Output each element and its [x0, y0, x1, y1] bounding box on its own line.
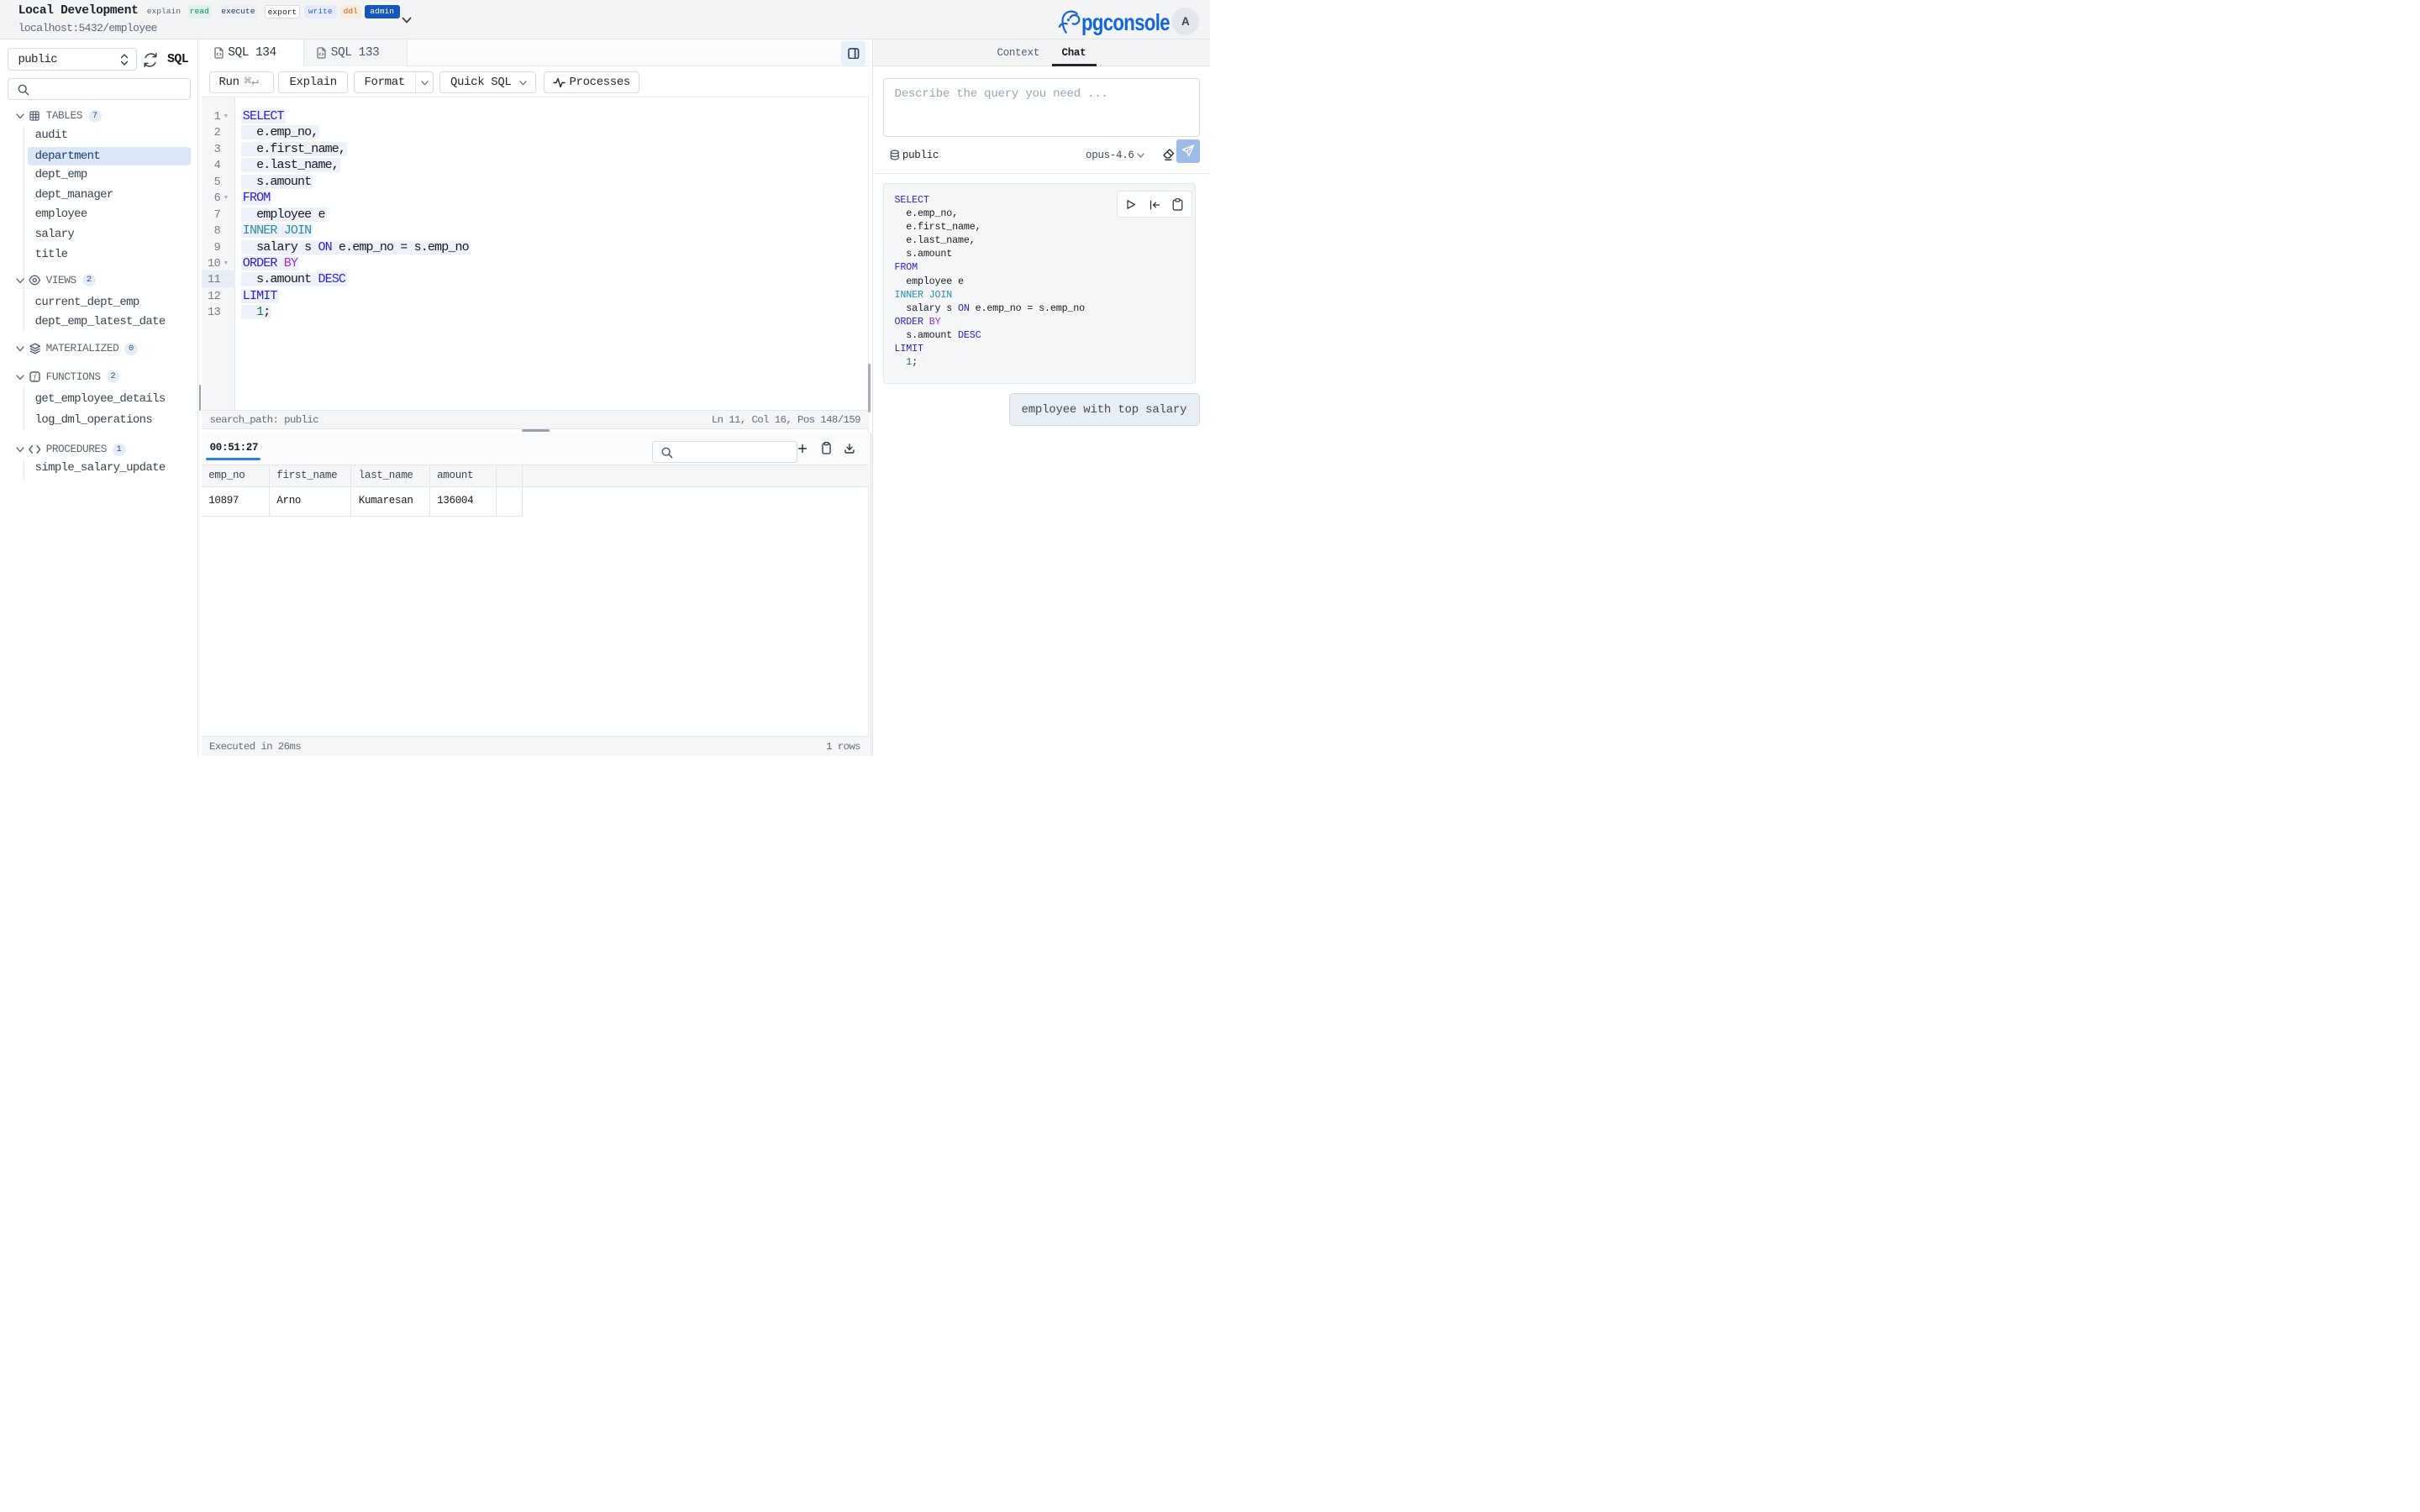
svg-text:f: f [34, 373, 38, 381]
